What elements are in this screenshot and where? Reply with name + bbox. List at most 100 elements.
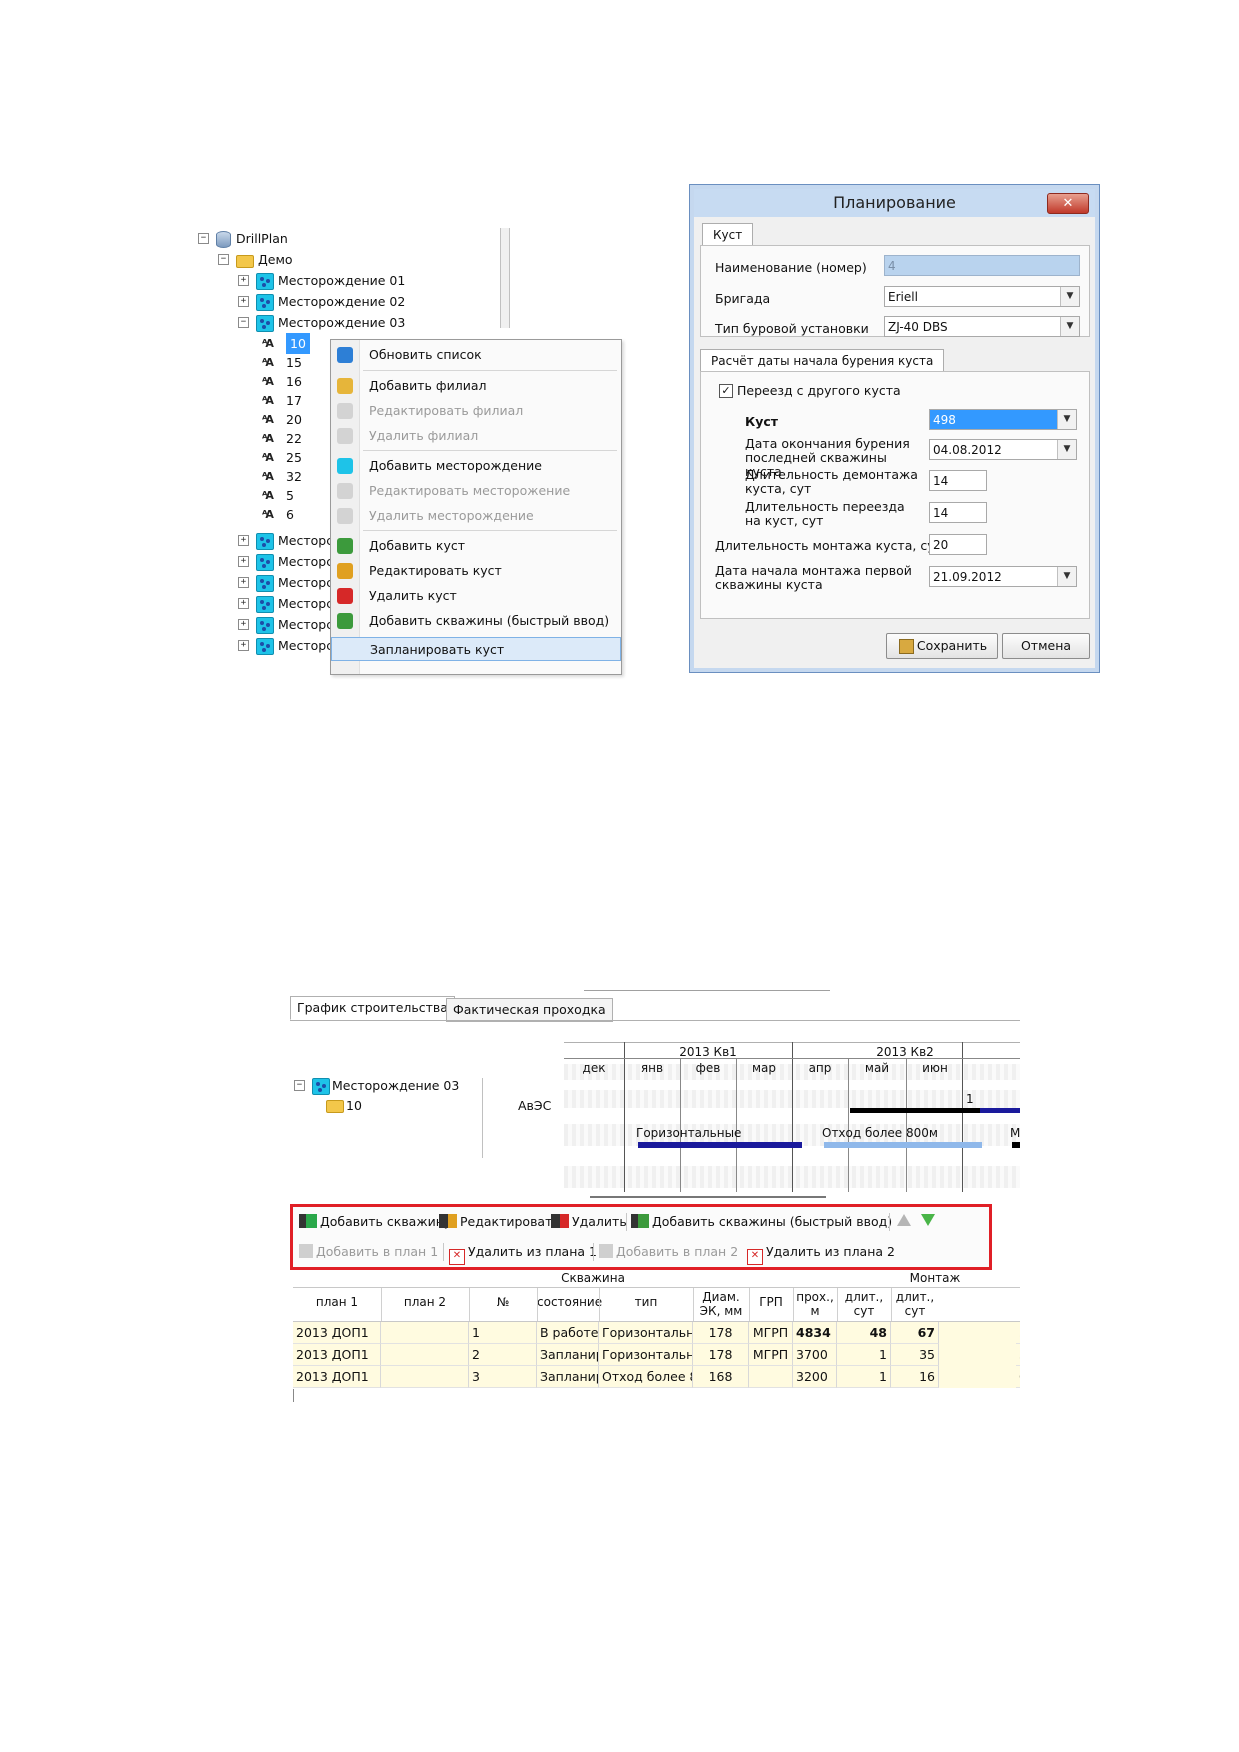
grid-cell[interactable]: МГРП <box>749 1344 793 1366</box>
grid-column-header[interactable]: прох., м <box>793 1290 837 1318</box>
expand-icon[interactable]: + <box>238 535 249 546</box>
menu-item[interactable]: Редактировать филиал <box>331 399 621 423</box>
gantt-hscrollbar[interactable] <box>590 1196 826 1198</box>
gantt-bar-offset[interactable] <box>824 1142 982 1148</box>
tab-pad[interactable]: Куст <box>702 223 754 246</box>
chevron-down-icon[interactable]: ▼ <box>1060 287 1079 306</box>
grid-cell[interactable]: 3700 <box>793 1344 837 1366</box>
start-date-picker[interactable]: 21.09.2012 ▼ <box>929 566 1077 587</box>
grid-cell[interactable]: 2013 ДОП1 <box>293 1366 381 1388</box>
expand-icon[interactable]: + <box>238 640 249 651</box>
grid-cell[interactable]: 1 <box>837 1344 891 1366</box>
expand-icon[interactable]: + <box>238 619 249 630</box>
cancel-button[interactable]: Отмена <box>1002 633 1090 659</box>
grid-cell[interactable]: 0 <box>1016 1366 1020 1388</box>
grid-cell[interactable]: Горизонтальн... <box>599 1322 693 1344</box>
grid-column-header[interactable]: № <box>469 1295 537 1309</box>
grid-cell[interactable]: 2013 ДОП1 <box>293 1322 381 1344</box>
tab-start-date-calc[interactable]: Расчёт даты начала бурения куста <box>700 349 945 372</box>
dismantle-field[interactable]: 14 <box>929 470 987 491</box>
grid-cell[interactable]: 3 <box>1016 1344 1020 1366</box>
name-field[interactable]: 4 <box>884 255 1080 276</box>
grid-cell[interactable]: 2 <box>469 1344 537 1366</box>
grid-cell[interactable]: 178 <box>693 1322 749 1344</box>
grid-cell[interactable]: 1 <box>837 1366 891 1388</box>
chevron-down-icon[interactable]: ▼ <box>1057 567 1076 586</box>
expand-icon[interactable]: + <box>238 296 249 307</box>
expand-icon[interactable]: + <box>238 275 249 286</box>
menu-item[interactable]: Запланировать куст <box>331 637 621 661</box>
grid-cell[interactable]: 4834 <box>793 1322 837 1344</box>
grid-cell[interactable]: Запланиров... <box>537 1366 599 1388</box>
menu-item[interactable]: Обновить список <box>331 343 621 367</box>
tab-construction-schedule[interactable]: График строительства <box>290 996 455 1020</box>
grid-column-header[interactable]: длит., сут <box>891 1290 939 1318</box>
grid-cell[interactable] <box>749 1366 793 1388</box>
grid-cell[interactable]: 35 <box>891 1344 939 1366</box>
collapse-icon[interactable]: − <box>218 254 229 265</box>
collapse-icon[interactable]: − <box>238 317 249 328</box>
grid-cell[interactable]: В работе <box>537 1322 599 1344</box>
grid-cell[interactable]: 67 <box>891 1322 939 1344</box>
pad-dropdown[interactable]: 498 ▼ <box>929 409 1077 430</box>
dialog-titlebar[interactable]: Планирование ✕ <box>694 189 1095 217</box>
menu-item[interactable]: Добавить скважины (быстрый ввод) <box>331 609 621 633</box>
edit-well-button[interactable]: Редактировать <box>439 1211 560 1233</box>
expand-icon[interactable]: + <box>238 598 249 609</box>
chevron-down-icon[interactable]: ▼ <box>1060 317 1079 336</box>
planning-dialog[interactable]: Планирование ✕ Куст Наименование (номер)… <box>689 184 1100 673</box>
move-down-button[interactable] <box>921 1211 935 1233</box>
expand-icon[interactable]: + <box>238 556 249 567</box>
save-button[interactable]: Сохранить <box>886 633 998 659</box>
wells-grid[interactable]: Скважина Монтаж план 1 план 2 № состояние ти… <box>293 1271 1020 1402</box>
grid-cell[interactable]: 48 <box>837 1322 891 1344</box>
menu-item[interactable]: Удалить месторождение <box>331 504 621 528</box>
gantt-bar-dark[interactable] <box>980 1108 1020 1113</box>
grid-cell[interactable]: 2 <box>1016 1322 1020 1344</box>
grid-cell[interactable]: 168 <box>693 1366 749 1388</box>
menu-item[interactable]: Удалить филиал <box>331 424 621 448</box>
mount-field[interactable]: 20 <box>929 534 987 555</box>
menu-item[interactable]: Добавить куст <box>331 534 621 558</box>
grid-column-header[interactable]: план 2 <box>381 1295 469 1309</box>
grid-cell[interactable]: 1 <box>469 1322 537 1344</box>
move-checkbox[interactable]: ✓ <box>719 384 733 398</box>
grid-column-header[interactable]: план 1 <box>293 1295 381 1309</box>
grid-column-header[interactable]: Диам. ЭК, мм <box>693 1290 749 1318</box>
grid-cell[interactable]: Отход более 8... <box>599 1366 693 1388</box>
gantt-bar-next[interactable] <box>1012 1142 1020 1148</box>
gantt-chart[interactable]: 2013 Кв1 2013 Кв2 дек янв фев мар апр май июн − … <box>290 1042 1020 1198</box>
quick-add-wells-button[interactable]: Добавить скважины (быстрый ввод) <box>631 1211 892 1233</box>
grid-cell[interactable]: Запланиров... <box>537 1344 599 1366</box>
menu-item[interactable]: Редактировать куст <box>331 559 621 583</box>
grid-cell[interactable] <box>381 1366 469 1388</box>
grid-column-header[interactable]: тип <box>599 1295 693 1309</box>
add-to-plan1-button[interactable]: Добавить в план 1 <box>299 1241 438 1263</box>
expand-icon[interactable]: + <box>238 577 249 588</box>
grid-cell[interactable]: 178 <box>693 1344 749 1366</box>
menu-item[interactable]: Редактировать месторожение <box>331 479 621 503</box>
gantt-bar-black[interactable] <box>850 1108 1000 1113</box>
delete-well-button[interactable]: Удалить <box>551 1211 627 1233</box>
grid-column-header[interactable]: длит., сут <box>837 1290 891 1318</box>
collapse-icon[interactable]: − <box>294 1080 305 1091</box>
add-to-plan2-button[interactable]: Добавить в план 2 <box>599 1241 738 1263</box>
menu-item[interactable]: Добавить месторождение <box>331 454 621 478</box>
close-button[interactable]: ✕ <box>1047 193 1089 214</box>
tree-scrollbar[interactable] <box>500 228 510 328</box>
grid-cell[interactable] <box>381 1322 469 1344</box>
grid-cell[interactable]: 2013 ДОП1 <box>293 1344 381 1366</box>
grid-cell[interactable]: МГРП <box>749 1322 793 1344</box>
grid-cell[interactable] <box>381 1344 469 1366</box>
remove-from-plan1-button[interactable]: ✕ Удалить из плана 1 <box>449 1241 597 1265</box>
grid-cell[interactable]: Горизонтальн... <box>599 1344 693 1366</box>
grid-column-header[interactable]: состояние <box>537 1295 602 1309</box>
collapse-icon[interactable]: − <box>198 233 209 244</box>
rig-dropdown[interactable]: ZJ-40 DBS ▼ <box>884 316 1080 337</box>
move-up-button[interactable] <box>897 1211 911 1233</box>
add-well-button[interactable]: Добавить скважину <box>299 1211 451 1233</box>
chevron-down-icon[interactable]: ▼ <box>1057 410 1076 429</box>
menu-item[interactable]: Удалить куст <box>331 584 621 608</box>
grid-column-header[interactable]: ГРП <box>749 1295 793 1309</box>
end-date-picker[interactable]: 04.08.2012 ▼ <box>929 439 1077 460</box>
